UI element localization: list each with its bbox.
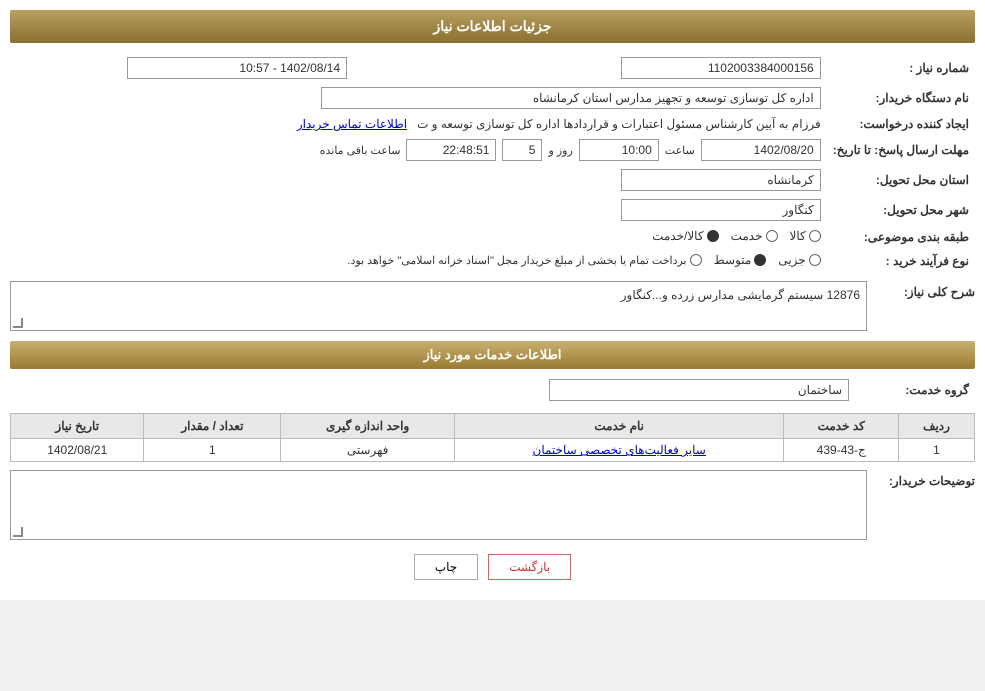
services-table-head: ردیف کد خدمت نام خدمت واحد اندازه گیری ت… (11, 414, 975, 439)
city-row: شهر محل تحویل: کنگاور (10, 195, 975, 225)
col-service-name: نام خدمت (454, 414, 784, 439)
province-input: کرمانشاه (621, 169, 821, 191)
radio-jozi-circle (809, 254, 821, 266)
province-value-cell: کرمانشاه (10, 165, 827, 195)
buyer-org-value-cell: اداره کل توسازی توسعه و تجهیز مدارس استا… (10, 83, 827, 113)
category-row: طبقه بندی موضوعی: کالا خدمت کالا/خدمت (10, 225, 975, 249)
cell-quantity: 1 (144, 439, 281, 462)
service-group-input: ساختمان (549, 379, 849, 401)
buyer-notes-section: توضیحات خریدار: (10, 470, 975, 540)
requester-value-cell: فرزام به آیین کارشناس مسئول اعتبارات و ق… (10, 113, 827, 135)
cell-service-name[interactable]: سایر فعالیت‌های تخصصی ساختمان (454, 439, 784, 462)
table-row: 1 ج-43-439 سایر فعالیت‌های تخصصی ساختمان… (11, 439, 975, 462)
need-number-label: شماره نیاز : (827, 53, 975, 83)
back-button[interactable]: بازگشت (488, 554, 571, 580)
description-text: 12876 سیستم گرمایشی مدارس زرده و...کنگاو… (621, 288, 860, 302)
services-header-row: ردیف کد خدمت نام خدمت واحد اندازه گیری ت… (11, 414, 975, 439)
radio-khedmat-label: خدمت (731, 229, 763, 243)
need-number-value: 1102003384000156 (513, 53, 827, 83)
col-row-num: ردیف (898, 414, 974, 439)
requester-value: فرزام به آیین کارشناس مسئول اعتبارات و ق… (417, 117, 821, 131)
announcement-date-cell: 1402/08/14 - 10:57 (10, 53, 353, 83)
purchase-type-esnad[interactable]: برداخت تمام یا بخشی از مبلغ خریدار مجل "… (347, 254, 701, 267)
response-date-input: 1402/08/20 (701, 139, 821, 161)
col-service-code: کد خدمت (784, 414, 899, 439)
buyer-org-label: نام دستگاه خریدار: (827, 83, 975, 113)
category-radio-group: کالا خدمت کالا/خدمت (652, 229, 821, 243)
days-label: روز و (548, 144, 572, 157)
services-table: ردیف کد خدمت نام خدمت واحد اندازه گیری ت… (10, 413, 975, 462)
radio-esnad-label: برداخت تمام یا بخشی از مبلغ خریدار مجل "… (347, 254, 686, 267)
description-label: شرح کلی نیاز: (875, 281, 975, 299)
page-wrapper: جزئیات اطلاعات نیاز شماره نیاز : 1102003… (0, 0, 985, 600)
purchase-type-row: نوع فرآیند خرید : جزیی متوسط برداخت تمام… (10, 249, 975, 273)
col-unit: واحد اندازه گیری (281, 414, 455, 439)
radio-jozi-label: جزیی (778, 253, 805, 267)
radio-motavaset-circle (754, 254, 766, 266)
service-group-label: گروه خدمت: (855, 375, 975, 405)
remaining-label: ساعت باقی مانده (320, 144, 401, 157)
deadline-label: مهلت ارسال پاسخ: تا تاریخ: (827, 135, 975, 165)
remaining-time-input: 22:48:51 (406, 139, 496, 161)
buyer-notes-resize-handle[interactable] (13, 527, 23, 537)
requester-row: ایجاد کننده درخواست: فرزام به آیین کارشن… (10, 113, 975, 135)
buyer-notes-label: توضیحات خریدار: (875, 470, 975, 488)
main-info-table: شماره نیاز : 1102003384000156 1402/08/14… (10, 53, 975, 273)
category-value-cell: کالا خدمت کالا/خدمت (10, 225, 827, 249)
purchase-type-motavaset[interactable]: متوسط (714, 253, 767, 267)
purchase-type-value-cell: جزیی متوسط برداخت تمام یا بخشی از مبلغ خ… (10, 249, 827, 273)
buttons-row: بازگشت چاپ (10, 554, 975, 580)
city-value-cell: کنگاور (10, 195, 827, 225)
radio-esnad-circle (690, 254, 702, 266)
category-option-kala[interactable]: کالا (790, 229, 821, 243)
need-number-input: 1102003384000156 (621, 57, 821, 79)
service-group-table: گروه خدمت: ساختمان (10, 375, 975, 405)
deadline-inline: 1402/08/20 ساعت 10:00 روز و 5 22:48:51 س… (16, 139, 821, 161)
radio-khedmat-circle (766, 230, 778, 242)
purchase-type-label: نوع فرآیند خرید : (827, 249, 975, 273)
requester-contact-link[interactable]: اطلاعات تماس خریدار (297, 117, 407, 131)
city-input: کنگاور (621, 199, 821, 221)
description-input[interactable]: 12876 سیستم گرمایشی مدارس زرده و...کنگاو… (10, 281, 867, 331)
page-title: جزئیات اطلاعات نیاز (10, 10, 975, 43)
time-label: ساعت (665, 144, 695, 157)
purchase-type-jozi[interactable]: جزیی (778, 253, 820, 267)
cell-service-code: ج-43-439 (784, 439, 899, 462)
deadline-row: مهلت ارسال پاسخ: تا تاریخ: 1402/08/20 سا… (10, 135, 975, 165)
category-label: طبقه بندی موضوعی: (827, 225, 975, 249)
service-info-header: اطلاعات خدمات مورد نیاز (10, 341, 975, 369)
province-row: استان محل تحویل: کرمانشاه (10, 165, 975, 195)
category-option-kala-khedmat[interactable]: کالا/خدمت (652, 229, 718, 243)
col-date: تاریخ نیاز (11, 414, 144, 439)
description-section: شرح کلی نیاز: 12876 سیستم گرمایشی مدارس … (10, 281, 975, 331)
radio-kala-khedmat-circle (707, 230, 719, 242)
buyer-notes-input[interactable] (10, 470, 867, 540)
cell-row-num: 1 (898, 439, 974, 462)
radio-motavaset-label: متوسط (714, 253, 752, 267)
response-days-input: 5 (502, 139, 542, 161)
service-group-row: گروه خدمت: ساختمان (10, 375, 975, 405)
radio-kala-khedmat-label: کالا/خدمت (652, 229, 703, 243)
col-quantity: تعداد / مقدار (144, 414, 281, 439)
city-label: شهر محل تحویل: (827, 195, 975, 225)
province-label: استان محل تحویل: (827, 165, 975, 195)
cell-date: 1402/08/21 (11, 439, 144, 462)
services-table-body: 1 ج-43-439 سایر فعالیت‌های تخصصی ساختمان… (11, 439, 975, 462)
radio-kala-circle (809, 230, 821, 242)
purchase-type-radio-group: جزیی متوسط برداخت تمام یا بخشی از مبلغ خ… (347, 253, 820, 267)
resize-handle[interactable] (13, 318, 23, 328)
buyer-org-row: نام دستگاه خریدار: اداره کل توسازی توسعه… (10, 83, 975, 113)
cell-unit: فهرستی (281, 439, 455, 462)
service-group-value-cell: ساختمان (10, 375, 855, 405)
print-button[interactable]: چاپ (414, 554, 478, 580)
response-time-input: 10:00 (579, 139, 659, 161)
need-number-row: شماره نیاز : 1102003384000156 1402/08/14… (10, 53, 975, 83)
deadline-value-cell: 1402/08/20 ساعت 10:00 روز و 5 22:48:51 س… (10, 135, 827, 165)
radio-kala-label: کالا (790, 229, 806, 243)
announcement-date-input: 1402/08/14 - 10:57 (127, 57, 347, 79)
announcement-label-cell (353, 53, 513, 83)
category-option-khedmat[interactable]: خدمت (731, 229, 778, 243)
requester-label: ایجاد کننده درخواست: (827, 113, 975, 135)
buyer-org-input: اداره کل توسازی توسعه و تجهیز مدارس استا… (321, 87, 821, 109)
